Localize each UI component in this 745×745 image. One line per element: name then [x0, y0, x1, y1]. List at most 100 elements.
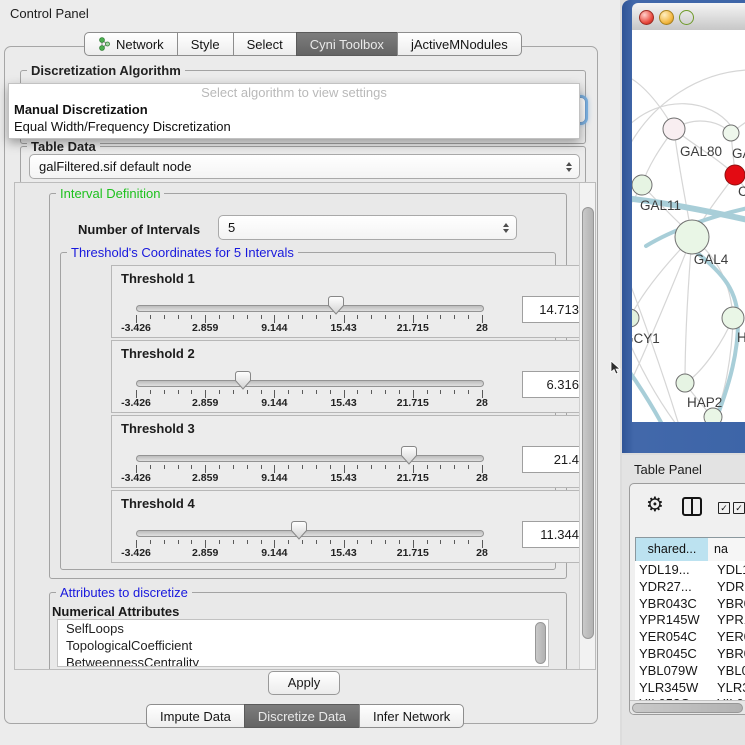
- cell-name[interactable]: YBR0: [717, 645, 745, 662]
- cell-name[interactable]: YBR0: [717, 595, 745, 612]
- tab-infer-network[interactable]: Infer Network: [359, 704, 464, 728]
- checkbox-checked-icon[interactable]: ✓: [718, 502, 730, 514]
- table-row[interactable]: YBR043C YBR0: [635, 595, 745, 612]
- gear-icon[interactable]: ⚙: [646, 492, 664, 517]
- network-node-gal4[interactable]: [675, 220, 709, 254]
- network-node-gal80[interactable]: [663, 118, 685, 140]
- settings-scrollbar-thumb[interactable]: [582, 207, 594, 639]
- cell-name[interactable]: YLR3: [717, 679, 745, 696]
- cell-name[interactable]: YER0: [717, 628, 745, 645]
- network-canvas[interactable]: GAL80GACGAL11GAL4GCY1HHAP2: [632, 30, 745, 422]
- table-horizontal-scrollbar[interactable]: [630, 700, 745, 714]
- threshold-slider-track[interactable]: [136, 305, 484, 312]
- tab-impute-data[interactable]: Impute Data: [146, 704, 245, 728]
- attribute-list-item[interactable]: TopologicalCoefficient: [58, 637, 548, 654]
- algorithm-option-equal-width-frequency-discretization[interactable]: Equal Width/Frequency Discretization: [9, 118, 579, 135]
- cell-shared-name[interactable]: YPR145W: [639, 611, 700, 628]
- network-node-hap2[interactable]: [676, 374, 694, 392]
- cell-shared-name[interactable]: YBL079W: [639, 662, 698, 679]
- network-node-gal11[interactable]: [632, 175, 652, 195]
- threshold-value-field[interactable]: 11.344: [522, 521, 586, 548]
- tick-mark: [357, 390, 358, 394]
- tick-mark: [385, 315, 386, 319]
- cell-shared-name[interactable]: YDR27...: [639, 578, 692, 595]
- tab-select[interactable]: Select: [233, 32, 297, 56]
- tab-label: Impute Data: [160, 705, 231, 728]
- tick-label: 2.859: [192, 472, 218, 484]
- cell-shared-name[interactable]: YLR345W: [639, 679, 698, 696]
- tick-mark: [316, 540, 317, 544]
- table-row[interactable]: YLR345W YLR3: [635, 679, 745, 696]
- numerical-attributes-list[interactable]: SelfLoopsTopologicalCoefficientBetweenne…: [57, 619, 549, 667]
- cell-shared-name[interactable]: YBR045C: [639, 645, 697, 662]
- tick-label: 21.715: [397, 397, 429, 409]
- cell-name[interactable]: YDR2: [717, 578, 745, 595]
- cell-shared-name[interactable]: YDL19...: [639, 561, 690, 578]
- close-traffic-light-icon[interactable]: [639, 10, 654, 25]
- network-window-titlebar[interactable]: [632, 3, 745, 31]
- attribute-list-item[interactable]: BetweennessCentrality: [58, 654, 548, 667]
- zoom-traffic-light-icon[interactable]: [679, 10, 694, 25]
- table-data-group: Table Data galFiltered.sif default node: [20, 146, 586, 184]
- column-header-name[interactable]: na: [708, 537, 745, 562]
- table-row[interactable]: YBR045C YBR0: [635, 645, 745, 662]
- cell-shared-name[interactable]: YBR043C: [639, 595, 697, 612]
- tick-mark: [150, 315, 151, 319]
- tick-mark: [302, 315, 303, 319]
- mouse-cursor: [610, 360, 622, 376]
- tick-mark: [233, 390, 234, 394]
- threshold-value-field[interactable]: 14.713: [522, 296, 586, 323]
- attribute-list-item[interactable]: SelfLoops: [58, 620, 548, 637]
- tab-discretize-data[interactable]: Discretize Data: [244, 704, 360, 728]
- settings-vertical-scrollbar[interactable]: [579, 183, 595, 669]
- algorithm-placeholder-option[interactable]: Select algorithm to view settings: [9, 84, 579, 101]
- network-node-c[interactable]: [725, 165, 745, 185]
- network-node-ga[interactable]: [723, 125, 739, 141]
- threshold-slider-thumb[interactable]: [235, 371, 251, 390]
- tick-mark: [440, 315, 441, 319]
- checkbox-checked-icon[interactable]: ✓: [733, 502, 745, 514]
- tab-cyni-toolbox[interactable]: Cyni Toolbox: [296, 32, 398, 56]
- table-row[interactable]: YER054C YER0: [635, 628, 745, 645]
- table-row[interactable]: YBL079W YBL0: [635, 662, 745, 679]
- bottom-tab-bar: Impute Data Discretize DataInfer Network: [146, 704, 464, 728]
- threshold-slider-thumb[interactable]: [328, 296, 344, 315]
- cell-name[interactable]: YBL0: [717, 662, 745, 679]
- cell-name[interactable]: YDL1: [717, 561, 745, 578]
- threshold-slider-track[interactable]: [136, 455, 484, 462]
- table-data-combobox[interactable]: galFiltered.sif default node: [29, 154, 580, 179]
- network-node-h[interactable]: [722, 307, 744, 329]
- network-node-gcy1[interactable]: [632, 309, 639, 327]
- num-intervals-value: 5: [228, 220, 235, 235]
- table-row[interactable]: YDL19... YDL1: [635, 561, 745, 578]
- table-row[interactable]: YPR145W YPR1: [635, 611, 745, 628]
- tick-mark: [164, 465, 165, 469]
- network-node[interactable]: [704, 408, 722, 422]
- minimize-traffic-light-icon[interactable]: [659, 10, 674, 25]
- threshold-slider-thumb[interactable]: [401, 446, 417, 465]
- cell-shared-name[interactable]: YER054C: [639, 628, 697, 645]
- attributes-list-scrollbar[interactable]: [535, 622, 546, 664]
- cell-name[interactable]: YPR1: [717, 611, 745, 628]
- tick-mark: [164, 315, 165, 319]
- column-header-shared-name[interactable]: shared...: [635, 537, 709, 562]
- table-row[interactable]: YDR27... YDR2: [635, 578, 745, 595]
- tick-mark: [316, 390, 317, 394]
- table-hscrollbar-thumb[interactable]: [632, 703, 743, 713]
- split-columns-icon[interactable]: [682, 497, 702, 516]
- threshold-value-field[interactable]: 6.316: [522, 371, 586, 398]
- threshold-slider-track[interactable]: [136, 380, 484, 387]
- network-icon: [98, 37, 111, 51]
- tick-mark: [330, 315, 331, 319]
- tab-label: Network: [116, 33, 164, 56]
- tab-style[interactable]: Style: [177, 32, 234, 56]
- threshold-slider-thumb[interactable]: [291, 521, 307, 540]
- num-intervals-combobox[interactable]: 5: [218, 215, 517, 240]
- tab-network[interactable]: Network: [84, 32, 178, 56]
- tick-mark: [330, 390, 331, 394]
- apply-button[interactable]: Apply: [268, 671, 340, 695]
- tab-jactivemnodules[interactable]: jActiveMNodules: [397, 32, 522, 56]
- threshold-value-field[interactable]: 21.4: [522, 446, 586, 473]
- algorithm-option-manual-discretization[interactable]: Manual Discretization: [9, 101, 579, 118]
- threshold-slider-track[interactable]: [136, 530, 484, 537]
